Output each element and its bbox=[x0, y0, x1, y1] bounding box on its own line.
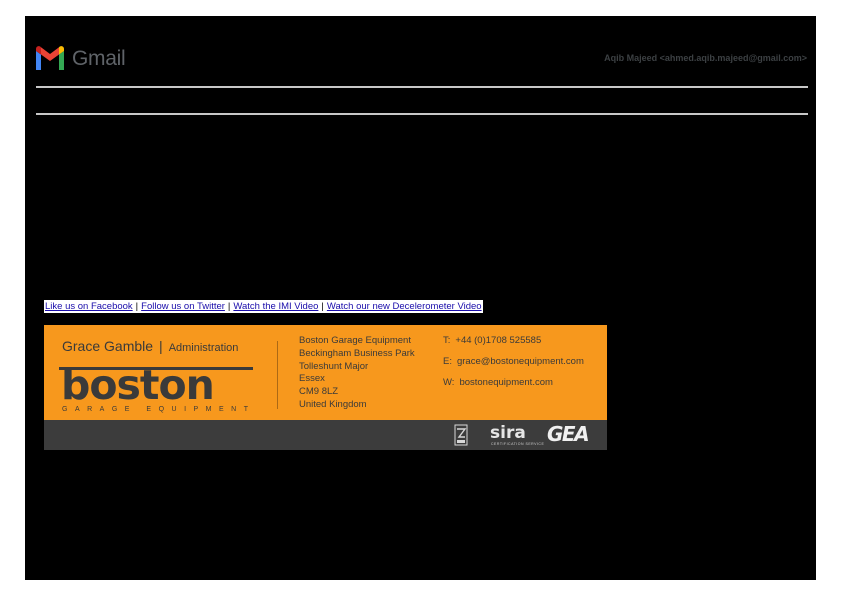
sira-subtitle: CERTIFICATION SERVICE bbox=[491, 442, 545, 446]
email-signature: Grace Gamble | Administration boston GARAG… bbox=[44, 325, 607, 450]
address-line: United Kingdom bbox=[299, 398, 367, 410]
signature-name-line: Grace Gamble | Administration bbox=[62, 338, 238, 354]
boston-wordmark: boston bbox=[61, 363, 214, 409]
signature-role: Administration bbox=[168, 342, 239, 354]
address-line: Boston Garage Equipment bbox=[299, 335, 411, 346]
facebook-link[interactable]: Like us on Facebook bbox=[44, 301, 134, 312]
gea-logo: GEA bbox=[547, 422, 590, 446]
contact-email: E: grace@bostonequipment.com bbox=[443, 356, 584, 367]
address-line: Essex bbox=[299, 373, 325, 385]
partner-logo-band: sira CERTIFICATION SERVICE GEA bbox=[44, 420, 607, 450]
signature-address: Boston Garage Equipment Beckingham Busin… bbox=[299, 335, 415, 412]
signature-banner: Grace Gamble | Administration boston GARAG… bbox=[44, 325, 607, 420]
contact-web: W: bostonequipment.com bbox=[443, 377, 553, 388]
subject-divider bbox=[36, 113, 808, 115]
account-address: Aqib Majeed <ahmed.aqib.majeed@gmail.com… bbox=[604, 53, 807, 63]
email-print-page: Gmail Aqib Majeed <ahmed.aqib.majeed@gma… bbox=[25, 16, 816, 580]
twitter-link[interactable]: Follow us on Twitter bbox=[140, 301, 226, 312]
boston-subtitle: GARAGE EQUIPMENT bbox=[62, 406, 256, 413]
link-separator: | bbox=[321, 301, 324, 312]
web-value[interactable]: bostonequipment.com bbox=[459, 377, 552, 388]
social-links: Like us on Facebook | Follow us on Twitter… bbox=[44, 300, 483, 313]
email-value[interactable]: grace@bostonequipment.com bbox=[457, 356, 584, 367]
phone-value: +44 (0)1708 525585 bbox=[455, 335, 542, 346]
signature-name: Grace Gamble bbox=[62, 338, 154, 354]
address-line: Beckingham Business Park bbox=[299, 347, 415, 359]
decelerometer-video-link[interactable]: Watch our new Decelerometer Video bbox=[326, 301, 483, 312]
gmail-logo-icon bbox=[36, 46, 64, 70]
sira-logo: sira bbox=[490, 423, 526, 443]
header-divider bbox=[36, 86, 808, 88]
address-line: Tolleshunt Major bbox=[299, 360, 369, 372]
contact-phone: T: +44 (0)1708 525585 bbox=[443, 335, 542, 346]
imi-video-link[interactable]: Watch the IMI Video bbox=[232, 301, 319, 312]
boston-logo: boston GARAGE EQUIPMENT bbox=[59, 363, 256, 413]
gmail-wordmark: Gmail bbox=[72, 47, 126, 70]
certification-badge-icon bbox=[454, 424, 468, 446]
signature-contact: T: +44 (0)1708 525585 E: grace@bostonequip… bbox=[443, 335, 584, 398]
name-separator: | bbox=[159, 338, 163, 354]
address-line: CM9 8LZ bbox=[299, 386, 339, 398]
signature-divider bbox=[277, 341, 278, 409]
